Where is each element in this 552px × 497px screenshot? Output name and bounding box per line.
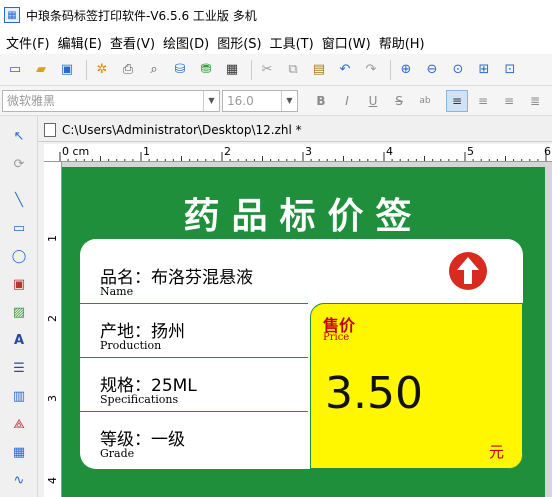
price-value[interactable]: 3.50: [325, 368, 423, 419]
ruler-label: 4: [386, 145, 393, 158]
fit-page-icon[interactable]: ⊞: [473, 59, 495, 81]
document-tab[interactable]: C:\Users\Administrator\Desktop\12.zhl *: [38, 118, 552, 142]
toolbar-separator: [251, 59, 252, 80]
rectangle-tool-icon[interactable]: ▭: [7, 216, 31, 240]
row-name-en[interactable]: Name: [100, 285, 133, 298]
open-folder-icon[interactable]: ▰: [30, 59, 52, 81]
menu-tools[interactable]: 工具(T): [268, 33, 320, 52]
font-name-value: 微软雅黑: [7, 94, 56, 108]
zoom-icon[interactable]: ⊙: [447, 59, 469, 81]
ruler-vertical: 1 2 3 4: [44, 162, 62, 497]
menu-help[interactable]: 帮助(H): [377, 33, 431, 52]
label-title[interactable]: 药品标价签: [62, 187, 545, 239]
ruler-horizontal: 0 cm 1 2 3 4 5 6: [44, 144, 552, 162]
new-file-icon[interactable]: ▭: [4, 59, 26, 81]
subscript-button[interactable]: ab: [414, 90, 436, 112]
ruler-label: 0 cm: [62, 145, 90, 158]
format-toolbar: 微软雅黑 ▼ 16.0 ▼ B I U S ab ≡ ≡ ≡ ≣: [0, 86, 552, 116]
data-source-icon[interactable]: ⛃: [195, 59, 217, 81]
undo-icon[interactable]: ↶: [334, 59, 356, 81]
ruler-label: 3: [46, 395, 59, 402]
align-justify-icon[interactable]: ≣: [524, 90, 546, 112]
menu-bar: 文件(F) 编辑(E) 查看(V) 绘图(D) 图形(S) 工具(T) 窗口(W…: [0, 30, 552, 54]
price-box[interactable]: 售价 Price 3.50 元: [310, 303, 523, 469]
row-divider: [80, 303, 308, 304]
align-left-icon[interactable]: ≡: [446, 89, 468, 112]
paste-icon[interactable]: ▤: [308, 59, 330, 81]
print-icon[interactable]: ⎙: [117, 59, 139, 81]
window-title: 中琅条码标签打印软件-V6.5.6 工业版 多机: [26, 8, 257, 23]
image-tool-icon[interactable]: ▣: [7, 272, 31, 296]
document-path: C:\Users\Administrator\Desktop\12.zhl *: [62, 122, 302, 137]
ruler-label: 2: [46, 315, 59, 322]
curve-tool-icon[interactable]: ∿: [7, 468, 31, 492]
font-size-value: 16.0: [227, 93, 254, 108]
row-grade-en[interactable]: Grade: [100, 447, 134, 460]
zoom-out-icon[interactable]: ⊖: [421, 59, 443, 81]
line-tool-icon[interactable]: ╲: [7, 188, 31, 212]
menu-edit[interactable]: 编辑(E): [56, 33, 108, 52]
chevron-down-icon[interactable]: ▼: [203, 90, 219, 111]
ruler-label: 6: [544, 145, 551, 158]
table-tool-icon[interactable]: ▦: [7, 440, 31, 464]
qrcode-tool-icon[interactable]: ⟁: [7, 412, 31, 436]
bold-button[interactable]: B: [310, 90, 332, 112]
picture-tool-icon[interactable]: ▨: [7, 300, 31, 324]
toolbar-separator: [86, 59, 87, 80]
chevron-down-icon[interactable]: ▼: [281, 90, 297, 111]
toolbar-separator: [390, 59, 391, 80]
grid-icon[interactable]: ▦: [221, 59, 243, 81]
redo-icon[interactable]: ↷: [360, 59, 382, 81]
info-card[interactable]: 品名：布洛芬混悬液 Name 产地：扬州 Production 规格：25ML …: [80, 239, 523, 469]
app-icon: ▦: [4, 7, 20, 23]
menu-window[interactable]: 窗口(W): [320, 33, 377, 52]
settings-icon[interactable]: ✲: [91, 59, 113, 81]
ruler-ticks: [59, 152, 547, 161]
align-right-icon[interactable]: ≡: [498, 90, 520, 112]
menu-shape[interactable]: 图形(S): [215, 33, 267, 52]
ruler-label: 2: [224, 145, 231, 158]
menu-draw[interactable]: 绘图(D): [161, 33, 215, 52]
italic-button[interactable]: I: [336, 90, 358, 112]
underline-button[interactable]: U: [362, 90, 384, 112]
zoom-in-icon[interactable]: ⊕: [395, 59, 417, 81]
menu-view[interactable]: 查看(V): [108, 33, 161, 52]
save-icon[interactable]: ▣: [56, 59, 78, 81]
label-sheet[interactable]: 药品标价签 品名：布洛芬混悬液 Name 产地：扬州 Production 规格…: [62, 167, 545, 497]
select-pointer-icon[interactable]: ↖: [7, 124, 31, 148]
price-unit[interactable]: 元: [489, 441, 504, 462]
drawing-tools-panel: ↖ ⟳ ╲ ▭ ◯ ▣ ▨ A ☰ ▥ ⟁ ▦ ∿: [0, 116, 38, 497]
row-divider: [80, 357, 308, 358]
copy-icon[interactable]: ⧉: [282, 59, 304, 81]
font-name-select[interactable]: 微软雅黑 ▼: [2, 89, 220, 112]
strikethrough-button[interactable]: S: [388, 90, 410, 112]
ellipse-tool-icon[interactable]: ◯: [7, 244, 31, 268]
barcode-tool-icon[interactable]: ▥: [7, 384, 31, 408]
ruler-label: 4: [46, 477, 59, 484]
document-icon: [44, 122, 56, 137]
ruler-label: 5: [467, 145, 474, 158]
main-toolbar: ▭ ▰ ▣ ✲ ⎙ ⌕ ⛁ ⛃ ▦ ✂ ⧉ ▤ ↶ ↷ ⊕ ⊖ ⊙ ⊞ ⊡: [0, 54, 552, 86]
row-spec-en[interactable]: Specifications: [100, 393, 178, 406]
menu-file[interactable]: 文件(F): [4, 33, 56, 52]
up-arrow-icon[interactable]: [448, 251, 488, 291]
ruler-label: 1: [46, 235, 59, 242]
align-center-icon[interactable]: ≡: [472, 90, 494, 112]
design-canvas[interactable]: 药品标价签 品名：布洛芬混悬液 Name 产地：扬州 Production 规格…: [62, 162, 552, 497]
rotate-icon[interactable]: ⟳: [7, 152, 31, 176]
actual-size-icon[interactable]: ⊡: [499, 59, 521, 81]
cut-icon[interactable]: ✂: [256, 59, 278, 81]
ruler-label: 3: [305, 145, 312, 158]
row-divider: [80, 411, 308, 412]
text-tool-icon[interactable]: A: [7, 328, 31, 352]
title-bar: ▦ 中琅条码标签打印软件-V6.5.6 工业版 多机: [0, 0, 552, 30]
price-label-en[interactable]: Price: [323, 332, 349, 343]
font-size-select[interactable]: 16.0 ▼: [222, 89, 298, 112]
database-icon[interactable]: ⛁: [169, 59, 191, 81]
ruler-label: 1: [143, 145, 150, 158]
row-production-en[interactable]: Production: [100, 339, 161, 352]
paragraph-tool-icon[interactable]: ☰: [7, 356, 31, 380]
print-preview-icon[interactable]: ⌕: [143, 59, 165, 81]
